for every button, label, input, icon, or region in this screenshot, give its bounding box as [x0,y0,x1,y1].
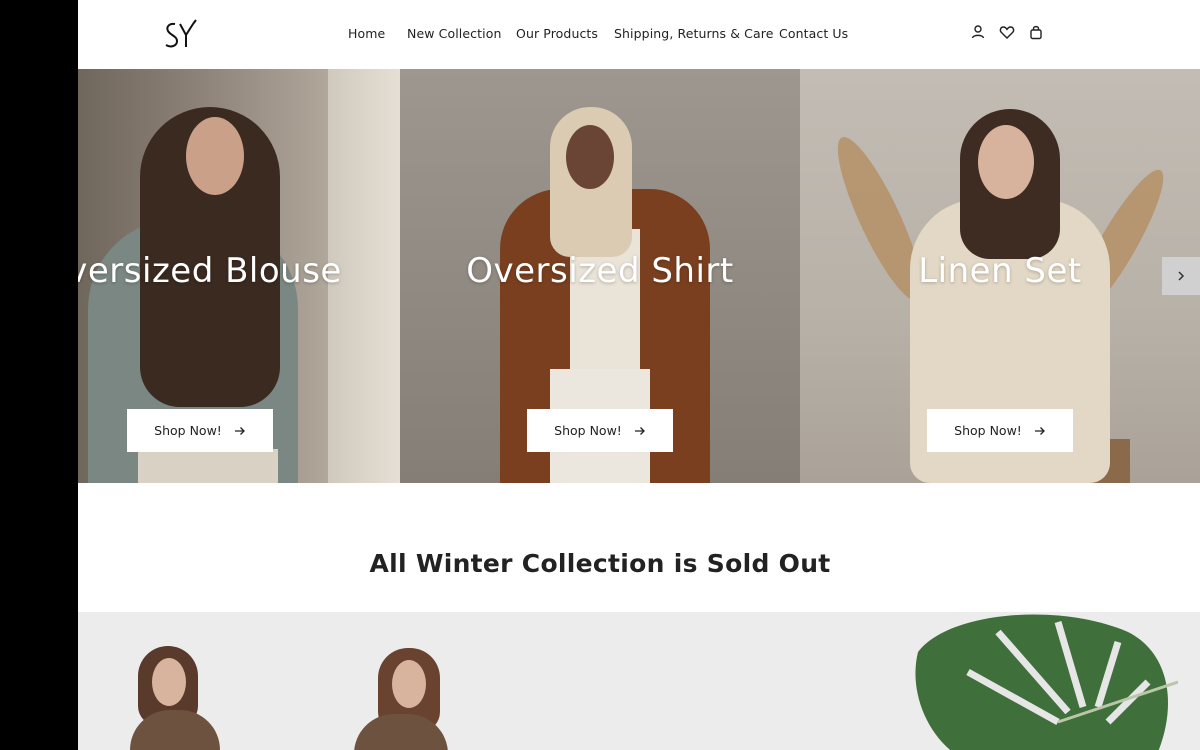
arrow-right-icon [1034,426,1046,436]
model-photo-face [152,658,186,706]
chevron-right-icon [1175,267,1187,286]
hero-slide-oversized-blouse: Oversized Blouse Shop Now! [78,69,400,483]
user-icon[interactable] [970,24,986,40]
left-black-margin [0,0,78,750]
shop-now-label: Shop Now! [554,423,622,438]
site: Home New Collection Our Products Shippin… [78,0,1200,750]
slider-next-button[interactable] [1162,257,1200,295]
section-title: All Winter Collection is Sold Out [369,549,831,578]
nav-home[interactable]: Home [348,26,385,41]
hero-slide-oversized-shirt: Oversized Shirt Shop Now! [400,69,800,483]
bag-icon[interactable] [1028,24,1044,40]
model-photo-face [978,125,1034,199]
model-photo-face [566,125,614,189]
shop-now-label: Shop Now! [954,423,1022,438]
slide-title: Oversized Shirt [466,251,734,291]
nav-contact-us[interactable]: Contact Us [779,26,848,41]
shop-now-button[interactable]: Shop Now! [127,409,273,452]
collection-banner [78,612,1200,750]
arrow-right-icon [634,426,646,436]
shop-now-label: Shop Now! [154,423,222,438]
slide-title: Oversized Blouse [78,251,342,291]
nav-new-collection[interactable]: New Collection [407,26,501,41]
monstera-leaf-image [915,614,1178,750]
shop-now-button[interactable]: Shop Now! [927,409,1073,452]
heart-icon[interactable] [999,24,1015,40]
nav-shipping-returns-care[interactable]: Shipping, Returns & Care [614,26,774,41]
model-photo-face [392,660,426,708]
hero-slider: Oversized Blouse Shop Now! Oversized Shi… [78,69,1200,483]
model-photo-face [186,117,244,195]
arrow-right-icon [234,426,246,436]
site-header: Home New Collection Our Products Shippin… [78,0,1200,69]
model-photo-pants [138,449,278,483]
nav-our-products[interactable]: Our Products [516,26,598,41]
slide-title: Linen Set [918,251,1082,291]
shop-now-button[interactable]: Shop Now! [527,409,673,452]
hero-slide-linen-set: Linen Set Shop Now! [800,69,1200,483]
